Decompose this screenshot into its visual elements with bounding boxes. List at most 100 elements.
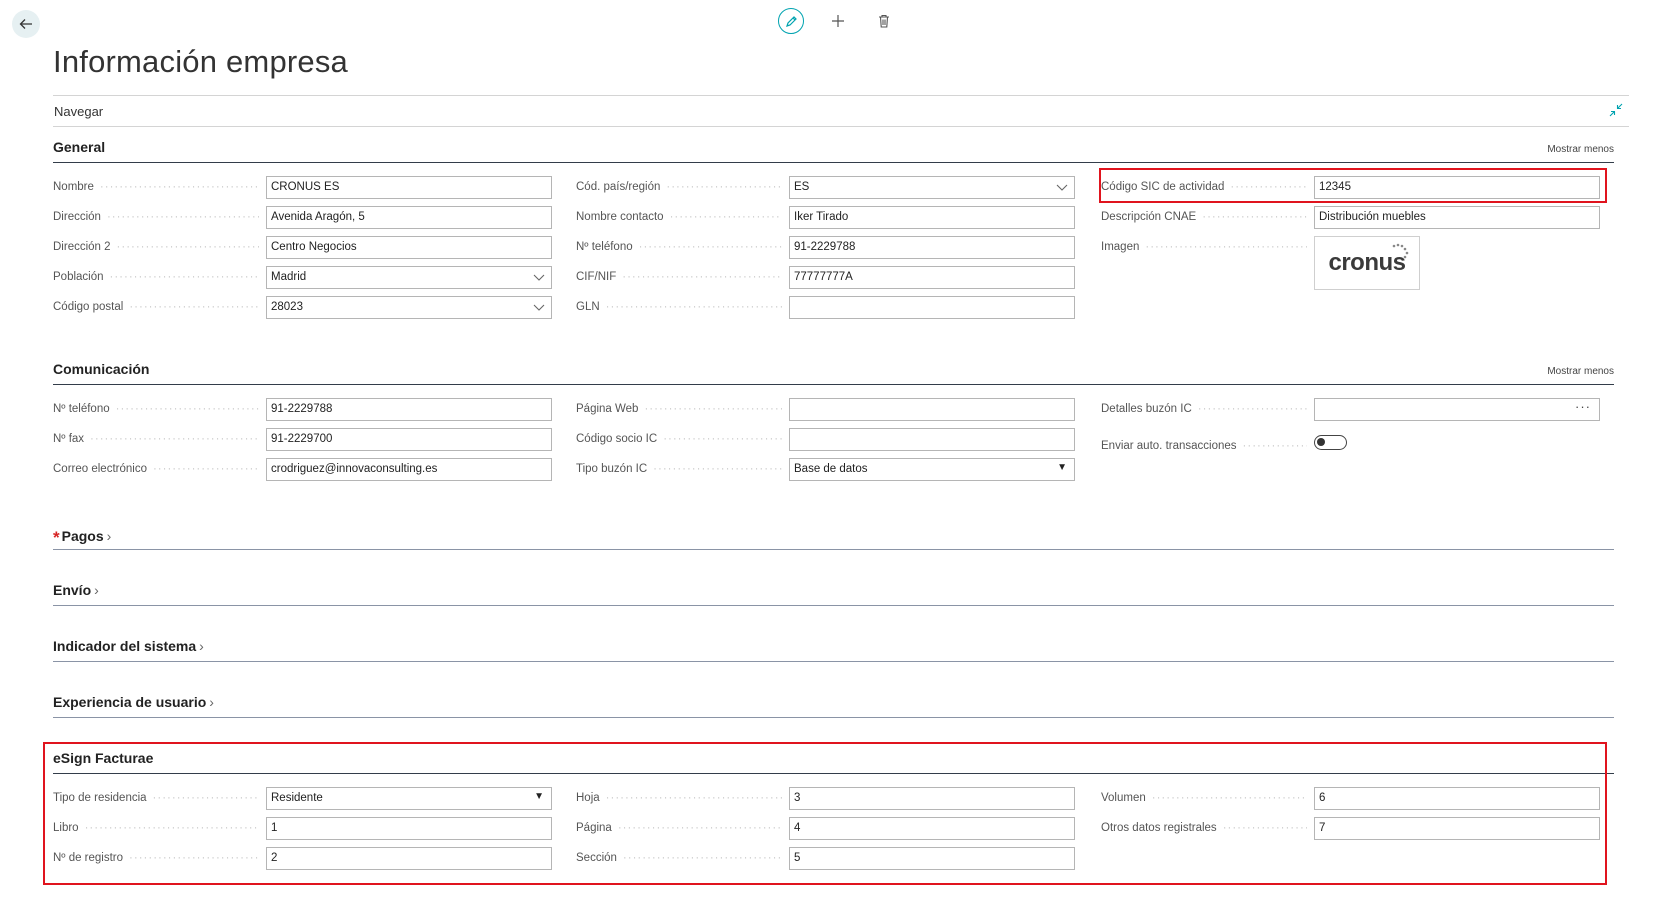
- nombre-input[interactable]: CRONUS ES: [266, 176, 552, 199]
- toolbar-actions: [778, 8, 896, 34]
- field-imagen: Imagen cronus: [1101, 236, 1601, 292]
- indicador-label: Indicador del sistema: [53, 638, 197, 654]
- field-label: GLN: [576, 301, 782, 313]
- field-com-telefono: Nº teléfono 91-2229788: [53, 398, 553, 422]
- section-title-general[interactable]: General: [53, 139, 105, 155]
- field-label: Nº fax: [53, 433, 259, 445]
- field-label: Nº teléfono: [53, 403, 259, 415]
- field-web: Página Web: [576, 398, 1076, 422]
- collapse-icon[interactable]: [1609, 103, 1623, 122]
- field-label: Descripción CNAE: [1101, 211, 1307, 223]
- section-title-indicador[interactable]: Indicador del sistema ›: [53, 638, 204, 654]
- pais-select[interactable]: ES: [789, 176, 1075, 199]
- tipo-buzon-value: Base de datos: [794, 463, 868, 475]
- codigo-postal-value: 28023: [271, 301, 303, 313]
- detalles-buzon-input[interactable]: ···: [1314, 398, 1600, 421]
- more-options-icon[interactable]: ···: [1575, 399, 1591, 414]
- triangle-down-icon: ▼: [1057, 462, 1067, 473]
- field-label: Enviar auto. transacciones: [1101, 440, 1307, 452]
- section-indicador: Indicador del sistema ›: [53, 637, 1614, 662]
- chevron-down-icon: [533, 304, 545, 311]
- chevron-down-icon: [533, 274, 545, 281]
- navigate-menu[interactable]: Navegar: [54, 104, 103, 119]
- company-logo[interactable]: cronus: [1314, 236, 1420, 290]
- field-cif: CIF/NIF 77777777A: [576, 266, 1076, 290]
- field-label: Población: [53, 271, 259, 283]
- field-label: Dirección: [53, 211, 259, 223]
- section-envio: Envío ›: [53, 581, 1614, 606]
- back-button[interactable]: [12, 10, 40, 38]
- chevron-right-icon: ›: [199, 638, 204, 654]
- poblacion-value: Madrid: [271, 271, 307, 283]
- field-pais: Cód. país/región ES: [576, 176, 1076, 200]
- delete-button[interactable]: [872, 9, 896, 33]
- chevron-right-icon: ›: [209, 694, 214, 710]
- contacto-input[interactable]: Iker Tirado: [789, 206, 1075, 229]
- chevron-right-icon: ›: [94, 582, 99, 598]
- sic-highlight-frame: [1099, 168, 1607, 203]
- field-label: Tipo buzón IC: [576, 463, 782, 475]
- field-socio-ic: Código socio IC: [576, 428, 1076, 452]
- tipo-buzon-select[interactable]: Base de datos ▼: [789, 458, 1075, 481]
- field-contacto: Nombre contacto Iker Tirado: [576, 206, 1076, 230]
- chevron-right-icon: ›: [106, 528, 112, 544]
- plus-icon: [832, 15, 844, 27]
- com-telefono-input[interactable]: 91-2229788: [266, 398, 552, 421]
- show-less-comunicacion[interactable]: Mostrar menos: [1547, 366, 1614, 377]
- pais-value: ES: [794, 181, 810, 193]
- field-label: Detalles buzón IC: [1101, 403, 1307, 415]
- gln-input[interactable]: [789, 296, 1075, 319]
- pagos-label: Pagos: [61, 528, 104, 544]
- field-email: Correo electrónico crodriguez@innovacons…: [53, 458, 553, 482]
- section-title-pagos[interactable]: * Pagos ›: [53, 526, 112, 547]
- edit-button[interactable]: [778, 8, 804, 34]
- new-button[interactable]: [826, 9, 850, 33]
- field-fax: Nº fax 91-2229700: [53, 428, 553, 452]
- back-arrow-icon: [19, 19, 32, 29]
- envio-label: Envío: [53, 582, 92, 598]
- field-label: Dirección 2: [53, 241, 259, 253]
- cnae-input[interactable]: Distribución muebles: [1314, 206, 1600, 229]
- cif-input[interactable]: 77777777A: [789, 266, 1075, 289]
- toggle-knob: [1317, 438, 1325, 446]
- section-title-experiencia[interactable]: Experiencia de usuario ›: [53, 694, 214, 710]
- experiencia-label: Experiencia de usuario: [53, 694, 207, 710]
- field-label: Página Web: [576, 403, 782, 415]
- fax-input[interactable]: 91-2229700: [266, 428, 552, 451]
- field-label: CIF/NIF: [576, 271, 782, 283]
- pencil-icon: [785, 15, 797, 27]
- field-poblacion: Población Madrid: [53, 266, 553, 290]
- logo-dots-icon: [1392, 243, 1409, 259]
- field-label: Nº teléfono: [576, 241, 782, 253]
- section-title-comunicacion[interactable]: Comunicación: [53, 361, 149, 377]
- socio-ic-input[interactable]: [789, 428, 1075, 451]
- section-general: General Mostrar menos: [53, 138, 1614, 163]
- direccion-input[interactable]: Avenida Aragón, 5: [266, 206, 552, 229]
- field-tipo-buzon: Tipo buzón IC Base de datos ▼: [576, 458, 1076, 482]
- field-label: Código socio IC: [576, 433, 782, 445]
- enviar-auto-toggle[interactable]: [1314, 435, 1347, 450]
- direccion-2-input[interactable]: Centro Negocios: [266, 236, 552, 259]
- section-comunicacion: Comunicación Mostrar menos: [53, 360, 1614, 385]
- field-direccion: Dirección Avenida Aragón, 5: [53, 206, 553, 230]
- field-telefono: Nº teléfono 91-2229788: [576, 236, 1076, 260]
- field-label: Cód. país/región: [576, 181, 782, 193]
- esign-highlight-frame: [43, 742, 1607, 885]
- trash-icon: [879, 14, 889, 28]
- field-codigo-postal: Código postal 28023: [53, 296, 553, 320]
- required-indicator: *: [53, 528, 60, 547]
- section-experiencia: Experiencia de usuario ›: [53, 693, 1614, 718]
- field-label: Imagen: [1101, 241, 1307, 253]
- field-label: Nombre: [53, 181, 259, 193]
- show-less-general[interactable]: Mostrar menos: [1547, 144, 1614, 155]
- codigo-postal-select[interactable]: 28023: [266, 296, 552, 319]
- field-label: Nombre contacto: [576, 211, 782, 223]
- section-pagos: * Pagos ›: [53, 525, 1614, 550]
- telefono-input[interactable]: 91-2229788: [789, 236, 1075, 259]
- poblacion-select[interactable]: Madrid: [266, 266, 552, 289]
- email-input[interactable]: crodriguez@innovaconsulting.es: [266, 458, 552, 481]
- field-enviar-auto: Enviar auto. transacciones: [1101, 435, 1601, 459]
- field-nombre: Nombre CRONUS ES: [53, 176, 553, 200]
- web-input[interactable]: [789, 398, 1075, 421]
- section-title-envio[interactable]: Envío ›: [53, 582, 99, 598]
